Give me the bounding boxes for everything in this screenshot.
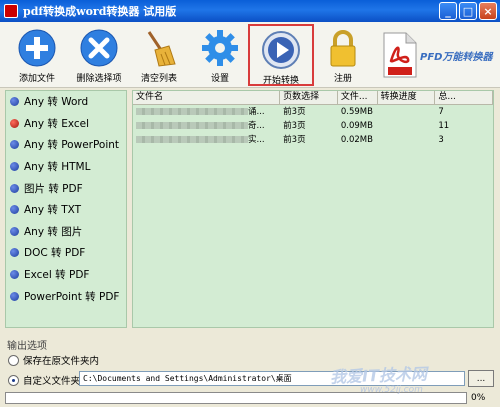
add-file-button[interactable]: 添加文件 xyxy=(4,24,70,86)
format-item-image-to-pdf[interactable]: 图片 转 PDF xyxy=(6,177,126,199)
bullet-icon xyxy=(10,97,19,107)
format-item-excel-to-pdf[interactable]: Excel 转 PDF xyxy=(6,264,126,286)
format-item-any-to-powerpoint[interactable]: Any 转 PowerPoint xyxy=(6,134,126,156)
broom-icon xyxy=(139,28,179,68)
format-item-any-to-image[interactable]: Any 转 图片 xyxy=(6,221,126,243)
settings-button[interactable]: 设置 xyxy=(187,24,253,86)
cell-progress xyxy=(378,119,436,133)
window-title: pdf转换成word转换器 试用版 xyxy=(23,5,177,18)
column-file-size[interactable]: 文件... xyxy=(338,91,378,104)
brand-text: PFD万能转换器 xyxy=(420,51,493,63)
blurred-filename xyxy=(136,122,248,129)
format-item-doc-to-pdf[interactable]: DOC 转 PDF xyxy=(6,242,126,264)
bullet-icon xyxy=(10,162,19,172)
cell-pages[interactable]: 前3页 xyxy=(280,119,338,133)
delete-selected-label: 删除选择项 xyxy=(76,74,122,84)
table-row[interactable]: 奇... 前3页 0.09MB 11 xyxy=(133,119,493,133)
table-header: 文件名 页数选择 文件... 转换进度 总... xyxy=(133,91,493,105)
format-item-any-to-html[interactable]: Any 转 HTML xyxy=(6,156,126,178)
file-table[interactable]: 文件名 页数选择 文件... 转换进度 总... 诵... 前3页 0.59MB… xyxy=(132,90,494,328)
cell-filename: 奇... xyxy=(133,119,280,133)
bullet-icon xyxy=(10,226,19,236)
cell-progress xyxy=(378,133,436,147)
format-item-any-to-excel[interactable]: Any 转 Excel xyxy=(6,113,126,135)
column-total[interactable]: 总... xyxy=(435,91,493,104)
pdf-file-icon xyxy=(383,32,417,78)
bullet-icon-selected xyxy=(10,118,19,128)
format-item-any-to-word[interactable]: Any 转 Word xyxy=(6,91,126,113)
bullet-icon xyxy=(10,270,19,280)
output-path-input[interactable]: C:\Documents and Settings\Administrator\… xyxy=(79,371,465,386)
format-item-any-to-txt[interactable]: Any 转 TXT xyxy=(6,199,126,221)
format-item-powerpoint-to-pdf[interactable]: PowerPoint 转 PDF xyxy=(6,285,126,307)
option-custom-folder[interactable]: 自定义文件夹 xyxy=(8,373,80,387)
maximize-button[interactable]: □ xyxy=(459,2,477,20)
format-list: Any 转 Word Any 转 Excel Any 转 PowerPoint … xyxy=(5,90,127,328)
settings-label: 设置 xyxy=(210,74,229,84)
cell-size: 0.59MB xyxy=(340,107,373,117)
brand-logo: PFD万能转换器 xyxy=(382,24,500,86)
cell-total: 3 xyxy=(438,135,444,145)
progress-percent: 0% xyxy=(471,393,486,403)
clear-list-button[interactable]: 清空列表 xyxy=(126,24,192,86)
blurred-filename xyxy=(136,136,248,143)
watermark-url: www.52ij.com xyxy=(360,385,423,395)
cell-filename: 实... xyxy=(133,133,280,147)
cell-size: 0.02MB xyxy=(340,135,373,145)
option-save-original[interactable]: 保存在原文件夹内 xyxy=(8,353,99,367)
play-icon xyxy=(261,30,301,70)
lock-icon xyxy=(323,28,363,68)
radio-button-checked[interactable] xyxy=(8,374,19,386)
bullet-icon xyxy=(10,248,19,258)
cell-pages[interactable]: 前3页 xyxy=(280,105,338,119)
cell-filename: 诵... xyxy=(133,105,280,119)
cell-progress xyxy=(378,105,436,119)
delete-x-icon xyxy=(79,28,119,68)
table-row[interactable]: 诵... 前3页 0.59MB 7 xyxy=(133,105,493,119)
column-page-select[interactable]: 页数选择 xyxy=(280,91,338,104)
bullet-icon xyxy=(10,205,19,215)
option-custom-folder-label: 自定义文件夹 xyxy=(23,376,81,387)
title-bar[interactable]: pdf转换成word转换器 试用版 _ □ × xyxy=(0,0,500,22)
bullet-icon xyxy=(10,183,19,193)
bullet-icon xyxy=(10,140,19,150)
gear-icon xyxy=(200,28,240,68)
bullet-icon xyxy=(10,291,19,301)
radio-button[interactable] xyxy=(8,354,19,366)
cell-total: 7 xyxy=(438,107,444,117)
start-convert-label: 开始转换 xyxy=(262,76,299,86)
register-button[interactable]: 注册 xyxy=(310,24,376,86)
column-progress[interactable]: 转换进度 xyxy=(378,91,436,104)
option-save-original-label: 保存在原文件夹内 xyxy=(23,356,100,367)
table-row[interactable]: 实... 前3页 0.02MB 3 xyxy=(133,133,493,147)
add-file-label: 添加文件 xyxy=(18,74,55,84)
app-icon xyxy=(4,4,18,18)
minimize-button[interactable]: _ xyxy=(439,2,457,20)
delete-selected-button[interactable]: 删除选择项 xyxy=(66,24,132,86)
close-button[interactable]: × xyxy=(479,2,497,20)
cell-pages[interactable]: 前3页 xyxy=(280,133,338,147)
start-convert-button[interactable]: 开始转换 xyxy=(248,24,314,86)
register-label: 注册 xyxy=(333,74,352,84)
column-filename[interactable]: 文件名 xyxy=(133,91,281,104)
browse-button[interactable]: ... xyxy=(468,370,494,387)
blurred-filename xyxy=(136,108,248,115)
output-options-title: 输出选项 xyxy=(7,341,47,352)
cell-size: 0.09MB xyxy=(340,121,373,131)
clear-list-label: 清空列表 xyxy=(140,74,177,84)
cell-total: 11 xyxy=(438,121,450,131)
plus-icon xyxy=(17,28,57,68)
